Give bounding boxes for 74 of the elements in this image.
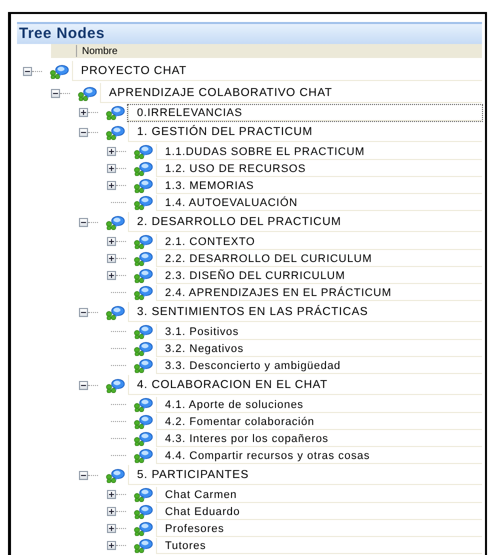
expand-toggle[interactable] [107, 271, 116, 280]
tree-node[interactable]: 2.4. APRENDIZAJES EN EL PRÁCTICUM [156, 284, 482, 300]
tree-node[interactable]: 4.3. Interes por los copañeros [156, 430, 482, 446]
node-icon [133, 538, 153, 553]
tree-node[interactable]: 1. GESTIÓN DEL PRACTICUM [128, 122, 482, 142]
tree-node[interactable]: APRENDIZAJE COLABORATIVO CHAT [100, 83, 482, 103]
expand-toggle[interactable] [107, 181, 116, 190]
node-icon [133, 268, 153, 283]
tree-node[interactable]: Chat Eduardo [156, 504, 482, 520]
tree-node[interactable]: 3.1. Positivos [156, 324, 482, 340]
node-icon [105, 468, 125, 482]
tree-node[interactable]: 4.2. Fomentar colaboración [156, 414, 482, 430]
node-icon [77, 86, 97, 100]
panel-title: Tree Nodes [19, 24, 105, 44]
tree-node[interactable]: Profesores [156, 520, 482, 536]
node-icon [105, 304, 125, 320]
tree-node[interactable]: 1.2. USO DE RECURSOS [156, 160, 482, 176]
node-icon [105, 378, 125, 392]
tree-node[interactable]: 1.3. MEMORIAS [156, 178, 482, 194]
tree-node[interactable]: 3.2. Negativos [156, 340, 482, 356]
tree-node[interactable]: 2. DESARROLLO DEL PRACTICUM [128, 212, 482, 232]
node-icon [133, 234, 153, 249]
expand-toggle[interactable] [107, 541, 116, 550]
collapse-toggle[interactable] [79, 308, 88, 316]
node-icon [133, 487, 153, 502]
expand-toggle[interactable] [107, 237, 116, 246]
tree-node[interactable]: Chat Carmen [156, 486, 482, 502]
tree-node[interactable]: 4.1. Aporte de soluciones [156, 396, 482, 412]
node-icon [133, 341, 153, 356]
expand-toggle[interactable] [107, 507, 116, 516]
node-icon [133, 285, 153, 300]
collapse-toggle[interactable] [79, 128, 88, 136]
collapse-toggle[interactable] [23, 66, 32, 76]
node-icon [49, 64, 69, 78]
expand-toggle[interactable] [107, 524, 116, 533]
tree-node[interactable]: 2.3. DISEÑO DEL CURRICULUM [156, 268, 482, 284]
tree-node[interactable]: 4. COLABORACION EN EL CHAT [128, 375, 482, 395]
expand-toggle[interactable] [79, 108, 88, 117]
node-icon [133, 324, 153, 339]
expand-toggle[interactable] [107, 254, 116, 263]
node-icon [105, 124, 125, 140]
tree-node[interactable]: 1.1.DUDAS SOBRE EL PRACTICUM [156, 144, 482, 160]
expand-toggle[interactable] [107, 490, 116, 499]
node-icon [105, 214, 125, 230]
collapse-toggle[interactable] [79, 218, 88, 226]
collapse-toggle[interactable] [51, 88, 60, 98]
collapse-toggle[interactable] [79, 470, 88, 480]
node-icon [133, 195, 153, 210]
tree-node[interactable]: 4.4. Compartir recursos y otras cosas [156, 448, 482, 464]
node-icon [133, 521, 153, 536]
tree-node[interactable]: 2.2. DESARROLLO DEL CURICULUM [156, 250, 482, 266]
tree-node[interactable]: 5. PARTICIPANTES [128, 465, 482, 485]
node-icon [133, 397, 153, 412]
tree-node[interactable]: Tutores [156, 538, 482, 554]
tree-node[interactable]: 3. SENTIMIENTOS EN LAS PRÁCTICAS [128, 302, 482, 322]
node-icon [133, 178, 153, 193]
tree-node[interactable]: 3.3. Desconcierto y ambigüedad [156, 358, 482, 374]
node-icon [133, 144, 153, 159]
node-icon [133, 431, 153, 446]
tree-node[interactable]: PROYECTO CHAT [72, 61, 482, 81]
expand-toggle[interactable] [107, 147, 116, 156]
tree-node[interactable]: 2.1. CONTEXTO [156, 234, 482, 250]
node-icon [133, 251, 153, 266]
node-icon [105, 105, 125, 120]
tree-node[interactable]: 1.4. AUTOEVALUACIÓN [156, 194, 482, 210]
tree-node[interactable]: 0.IRRELEVANCIAS [128, 104, 482, 120]
column-header[interactable]: Nombre [77, 44, 118, 58]
collapse-toggle[interactable] [79, 380, 88, 390]
node-icon [133, 161, 153, 176]
node-icon [133, 414, 153, 429]
expand-toggle[interactable] [107, 164, 116, 173]
node-icon [133, 358, 153, 373]
node-icon [133, 448, 153, 463]
node-icon [133, 504, 153, 519]
